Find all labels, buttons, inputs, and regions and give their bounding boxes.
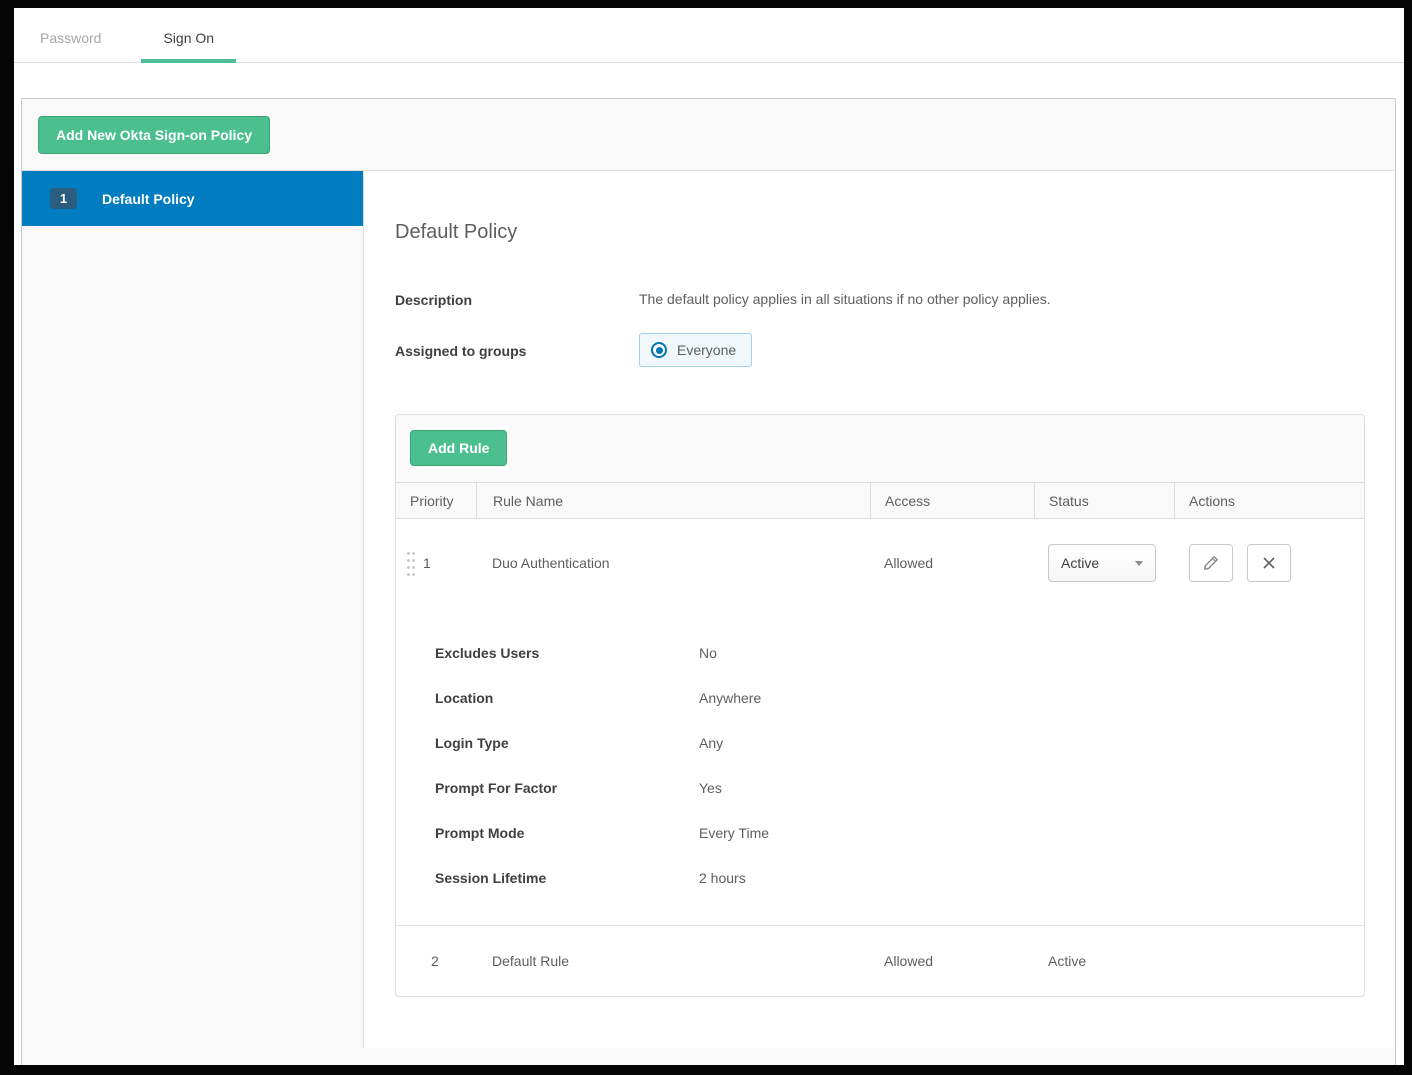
rule-row-duo-authentication: 1 Duo Authentication Allowed Active [396, 519, 1364, 607]
description-label: Description [395, 292, 473, 308]
header-access: Access [870, 483, 1034, 518]
detail-prompt-mode: Prompt Mode Every Time [435, 825, 1364, 841]
description-value: The default policy applies in all situat… [639, 291, 1051, 307]
assigned-groups-label: Assigned to groups [395, 343, 527, 359]
rule-access-value: Allowed [884, 953, 934, 969]
policy-toolbar: Add New Okta Sign-on Policy [22, 99, 1395, 170]
policy-detail-pane: Default Policy Description The default p… [364, 171, 1395, 1048]
header-rule-name: Rule Name [476, 483, 870, 518]
rule-access-value: Allowed [884, 555, 934, 571]
policy-priority-badge: 1 [50, 188, 77, 209]
close-icon [1263, 557, 1275, 569]
detail-location: Location Anywhere [435, 690, 1364, 706]
app-window: Password Sign On Add New Okta Sign-on Po… [14, 8, 1404, 1065]
detail-label: Login Type [435, 735, 509, 751]
detail-label: Location [435, 690, 494, 706]
add-rule-button[interactable]: Add Rule [410, 430, 508, 466]
rule-priority-value: 1 [423, 555, 431, 571]
policy-name-label: Default Policy [102, 190, 195, 207]
radio-selected-icon [651, 342, 667, 358]
rule-status-value: Active [1048, 953, 1087, 969]
rule-name-value: Default Rule [492, 953, 570, 969]
header-priority: Priority [410, 492, 454, 509]
tab-sign-on[interactable]: Sign On [141, 8, 237, 63]
add-policy-button[interactable]: Add New Okta Sign-on Policy [38, 116, 271, 154]
detail-excludes-users: Excludes Users No [435, 645, 1364, 661]
policy-fields: Description The default policy applies i… [395, 290, 1365, 367]
rules-table-header: Priority Rule Name Access Status Actions [396, 482, 1364, 519]
rule-priority-value: 2 [431, 953, 439, 969]
rule-actions-cell [1174, 544, 1364, 582]
rules-box: Add Rule Priority Rule Name Access Statu… [395, 414, 1365, 997]
rule-details: Excludes Users No Location Anywhere Logi… [396, 607, 1364, 925]
detail-login-type: Login Type Any [435, 735, 1364, 751]
page-title: Default Policy [395, 221, 518, 243]
detail-value: 2 hours [699, 870, 746, 886]
edit-rule-button[interactable] [1189, 544, 1233, 582]
sign-on-policy-panel: Add New Okta Sign-on Policy 1 Default Po… [21, 98, 1396, 1065]
detail-label: Prompt Mode [435, 825, 525, 841]
everyone-chip-label: Everyone [677, 342, 737, 358]
rule-priority-cell: 2 [396, 953, 476, 969]
detail-value: Anywhere [699, 690, 762, 706]
tab-password[interactable]: Password [18, 8, 123, 63]
panel-body: 1 Default Policy Default Policy Descript… [22, 170, 1395, 1048]
rule-priority-cell: 1 [396, 549, 476, 577]
tab-bar: Password Sign On [14, 8, 1404, 63]
header-actions: Actions [1174, 483, 1364, 518]
radio-dot [655, 346, 663, 354]
rules-toolbar: Add Rule [396, 415, 1364, 482]
delete-rule-button[interactable] [1247, 544, 1291, 582]
policy-list-sidebar: 1 Default Policy [22, 171, 364, 1048]
chevron-down-icon [1135, 560, 1143, 566]
rule-row-default-rule: 2 Default Rule Allowed Active [396, 925, 1364, 996]
header-status: Status [1034, 483, 1174, 518]
detail-label: Session Lifetime [435, 870, 547, 886]
pencil-icon [1204, 556, 1218, 570]
everyone-group-chip[interactable]: Everyone [639, 333, 753, 367]
detail-value: Any [699, 735, 724, 751]
status-dropdown[interactable]: Active [1048, 544, 1156, 582]
rule-name-value: Duo Authentication [492, 555, 610, 571]
description-field: Description The default policy applies i… [395, 290, 1365, 309]
assigned-groups-field: Assigned to groups Everyone [395, 333, 1365, 367]
detail-prompt-for-factor: Prompt For Factor Yes [435, 780, 1364, 796]
detail-session-lifetime: Session Lifetime 2 hours [435, 870, 1364, 886]
status-dropdown-value: Active [1061, 555, 1100, 571]
detail-label: Prompt For Factor [435, 780, 558, 796]
detail-label: Excludes Users [435, 645, 540, 661]
sidebar-item-default-policy[interactable]: 1 Default Policy [22, 171, 363, 226]
detail-value: Yes [699, 780, 722, 796]
detail-value: Every Time [699, 825, 770, 841]
drag-handle-icon[interactable] [406, 549, 416, 577]
detail-value: No [699, 645, 717, 661]
rule-status-cell: Active [1034, 544, 1174, 582]
